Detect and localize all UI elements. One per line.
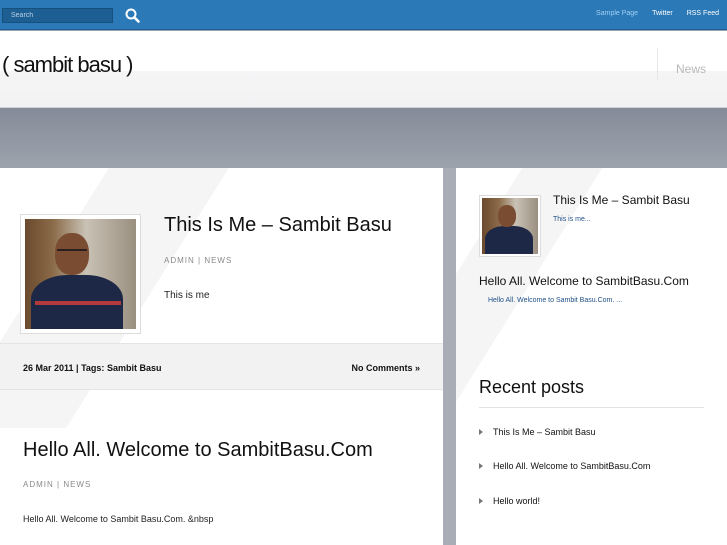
sidebar: This Is Me – Sambit Basu This is me... H… (456, 168, 727, 545)
site-header: ( sambit basu ) News (0, 31, 727, 108)
triangle-right-icon (479, 428, 483, 435)
column-separator (443, 168, 456, 545)
post-title[interactable]: Hello All. Welcome to SambitBasu.Com (23, 439, 373, 462)
post-thumbnail[interactable] (20, 214, 141, 334)
recent-post-label: This Is Me – Sambit Basu (493, 427, 596, 437)
recent-post-link[interactable]: Hello world! (479, 496, 540, 506)
post-category-link[interactable]: NEWS (204, 256, 232, 265)
post-category-link[interactable]: NEWS (63, 480, 91, 489)
nav-divider (657, 48, 658, 80)
post-meta: ADMIN | NEWS (23, 480, 92, 489)
tags-label: Tags: (81, 363, 105, 373)
triangle-right-icon (479, 497, 483, 504)
recent-post-link[interactable]: Hello All. Welcome to SambitBasu.Com (479, 461, 650, 471)
featured-thumbnail[interactable] (479, 195, 541, 257)
post: Hello All. Welcome to SambitBasu.Com ADM… (0, 390, 443, 545)
featured-post-excerpt[interactable]: Hello All. Welcome to Sambit Basu.Com. .… (488, 297, 622, 304)
featured-post-title[interactable]: Hello All. Welcome to SambitBasu.Com (479, 274, 689, 288)
nav-item-news[interactable]: News (676, 62, 706, 76)
recent-posts-heading: Recent posts (479, 377, 585, 397)
top-links: Sample Page Twitter RSS Feed (582, 10, 719, 17)
post-excerpt: Hello All. Welcome to Sambit Basu.Com. &… (23, 514, 214, 524)
author-photo (25, 219, 136, 329)
post-footer: 26 Mar 2011 | Tags: Sambit Basu No Comme… (0, 343, 443, 390)
top-link-twitter[interactable]: Twitter (652, 10, 673, 17)
post-date-tags: 26 Mar 2011 | Tags: Sambit Basu (23, 363, 162, 373)
author-photo (482, 198, 538, 254)
header-band (0, 108, 727, 168)
post-author-link[interactable]: ADMIN (23, 480, 54, 489)
post-meta: ADMIN | NEWS (164, 256, 233, 265)
search-input[interactable] (2, 8, 113, 23)
triangle-right-icon (479, 462, 483, 469)
site-title[interactable]: ( sambit basu ) (2, 52, 133, 78)
featured-post-title[interactable]: This Is Me – Sambit Basu (553, 193, 690, 207)
featured-post-excerpt[interactable]: This is me... (553, 216, 591, 223)
recent-post-label: Hello All. Welcome to SambitBasu.Com (493, 461, 651, 471)
top-link-rss-feed[interactable]: RSS Feed (687, 10, 719, 17)
post-title[interactable]: This Is Me – Sambit Basu (164, 214, 392, 237)
search-icon[interactable] (124, 7, 141, 24)
top-bar: Sample Page Twitter RSS Feed (0, 0, 727, 30)
post-excerpt: This is me (164, 290, 210, 301)
post-date: 26 Mar 2011 (23, 363, 74, 373)
comments-link[interactable]: No Comments » (351, 363, 420, 373)
post-author-link[interactable]: ADMIN (164, 256, 195, 265)
divider (479, 407, 704, 408)
post: This Is Me – Sambit Basu ADMIN | NEWS Th… (0, 168, 443, 343)
top-link-sample-page[interactable]: Sample Page (596, 10, 638, 17)
recent-post-label: Hello world! (493, 496, 541, 506)
recent-post-link[interactable]: This Is Me – Sambit Basu (479, 427, 596, 437)
main-content: This Is Me – Sambit Basu ADMIN | NEWS Th… (0, 168, 443, 545)
tag-link[interactable]: Sambit Basu (107, 363, 162, 373)
